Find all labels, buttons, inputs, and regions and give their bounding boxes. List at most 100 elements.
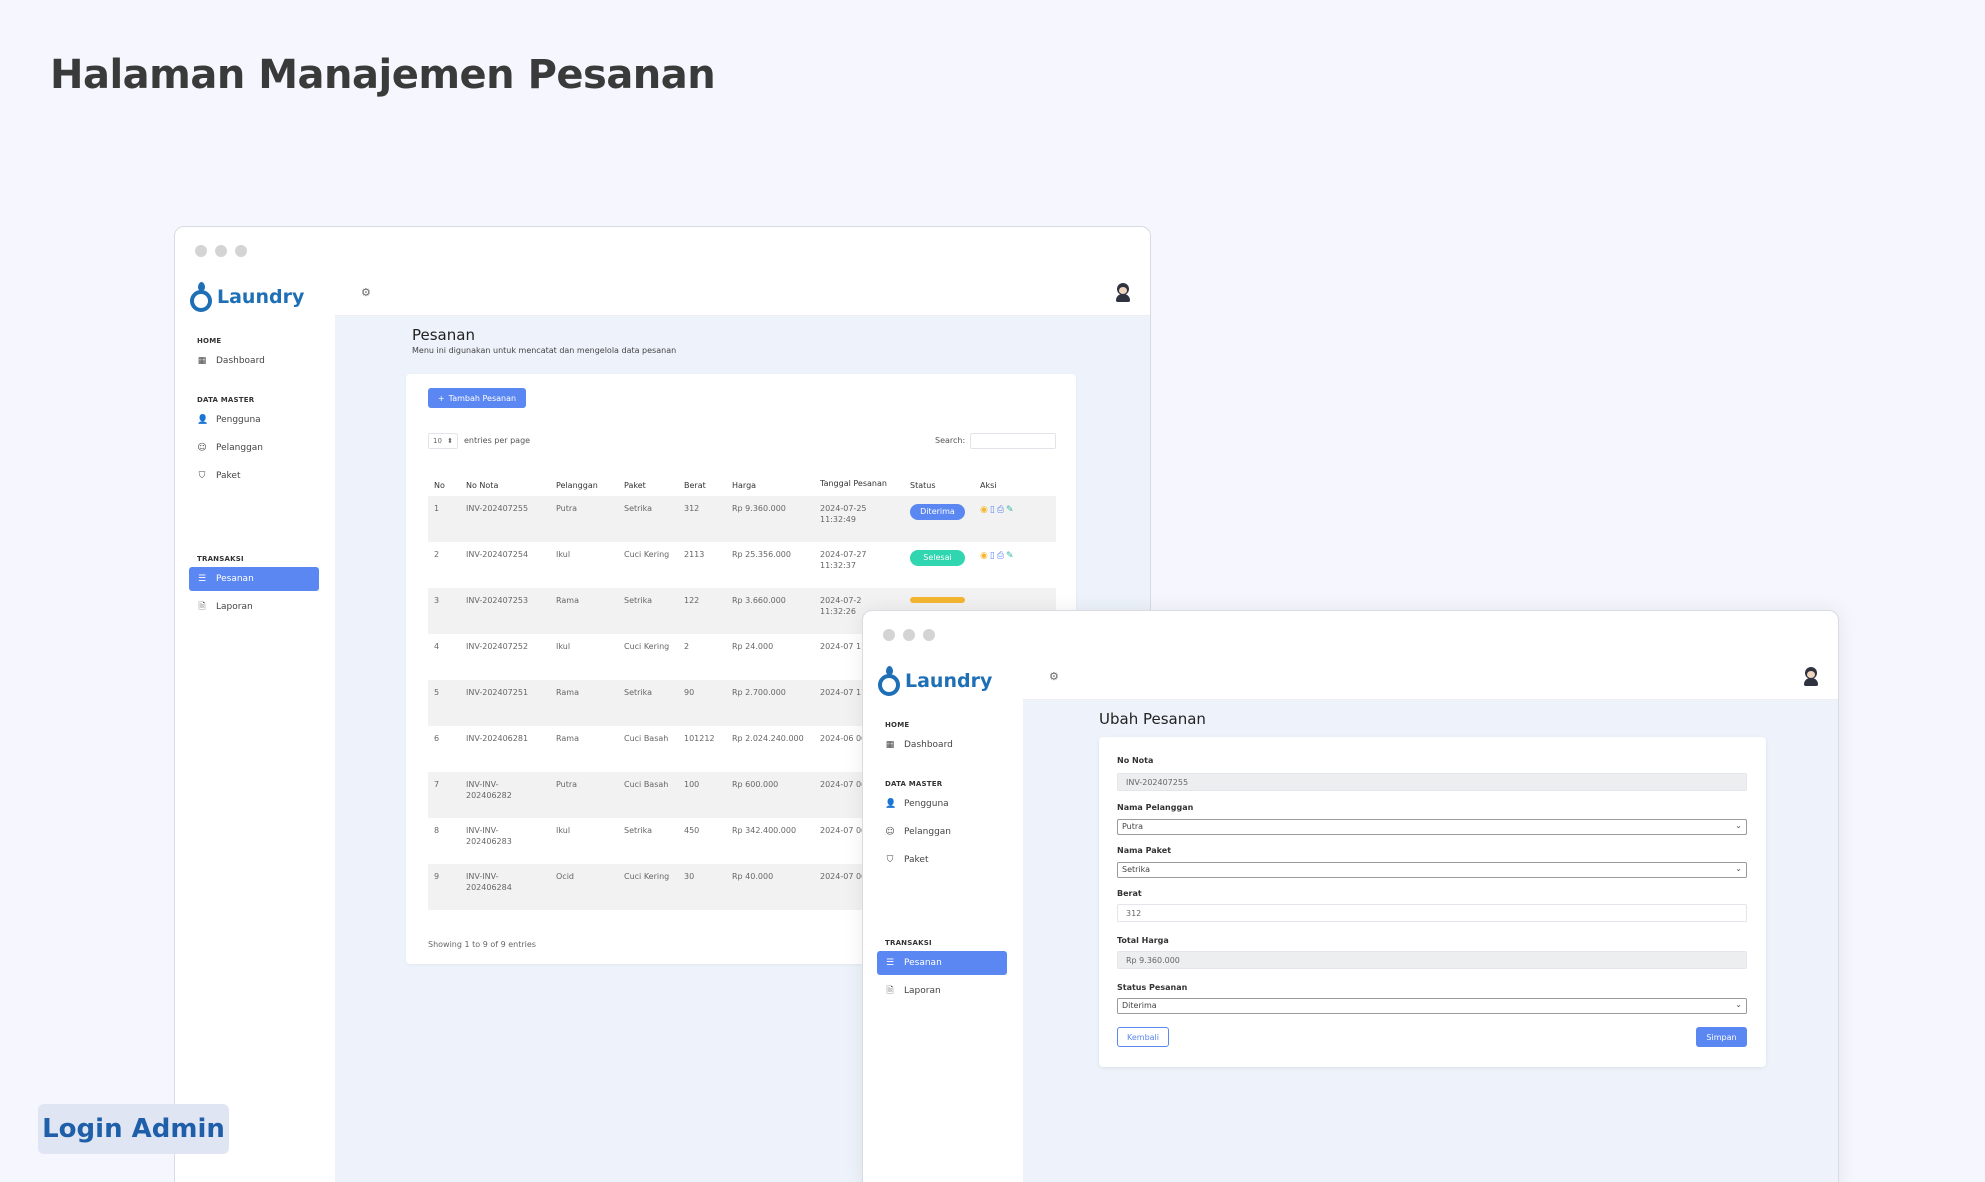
col-header-harga[interactable]: Harga bbox=[726, 466, 814, 496]
sidebar-item-pesanan[interactable]: ☰ Pesanan bbox=[189, 567, 319, 591]
paket-value: Setrika bbox=[1122, 865, 1151, 874]
edit-icon[interactable]: ✎ bbox=[1006, 504, 1014, 516]
edit-icon[interactable]: ✎ bbox=[1006, 550, 1014, 562]
sidebar-item-laporan[interactable]: 🗎 Laporan bbox=[877, 979, 1007, 1003]
sidebar-item-paket[interactable]: ⛉ Paket bbox=[189, 464, 319, 488]
sidebar-item-pelanggan[interactable]: ☺ Pelanggan bbox=[189, 436, 319, 460]
sidebar-item-pengguna[interactable]: 👤 Pengguna bbox=[877, 792, 1007, 816]
list-icon: ☰ bbox=[885, 958, 895, 968]
chevron-down-icon: ⌄ bbox=[1735, 821, 1742, 830]
paket-select[interactable]: Setrika ⌄ bbox=[1117, 862, 1747, 878]
cell-nota: INV-202407255 bbox=[460, 496, 550, 542]
main-content: Ubah Pesanan No Nota INV-202407255 Nama … bbox=[1023, 700, 1838, 1182]
document-icon[interactable]: ▯ bbox=[990, 504, 995, 516]
sidebar-item-label: Pesanan bbox=[904, 958, 942, 968]
eye-icon[interactable]: ◉ bbox=[980, 504, 988, 516]
sidebar-item-laporan[interactable]: 🗎 Laporan bbox=[189, 595, 319, 619]
table-row: 1 INV-202407255 Putra Setrika 312 Rp 9.360.00… bbox=[428, 496, 1056, 542]
window-dot-minimize[interactable] bbox=[215, 245, 227, 257]
document-icon[interactable]: ▯ bbox=[990, 550, 995, 562]
entries-select[interactable]: 10 ⬍ bbox=[428, 433, 458, 449]
status-value: Diterima bbox=[1122, 1001, 1157, 1010]
cell-no: 4 bbox=[434, 642, 440, 651]
add-order-button[interactable]: + Tambah Pesanan bbox=[428, 388, 526, 408]
sidebar-item-dashboard[interactable]: ▦ Dashboard bbox=[189, 349, 319, 373]
window-dot-close[interactable] bbox=[883, 629, 895, 641]
avatar[interactable] bbox=[1114, 283, 1132, 303]
chevron-down-icon: ⌄ bbox=[1735, 864, 1742, 873]
col-header-berat[interactable]: Berat bbox=[678, 466, 726, 496]
print-icon[interactable]: ⎙ bbox=[997, 504, 1004, 516]
pelanggan-select[interactable]: Putra ⌄ bbox=[1117, 819, 1747, 835]
cell-pelanggan: Ikul bbox=[556, 642, 571, 651]
cell-berat: 90 bbox=[678, 680, 726, 726]
cell-nota: INV-202407252 bbox=[466, 642, 529, 651]
shirt-icon: ⛉ bbox=[886, 855, 894, 865]
sidebar-item-label: Pelanggan bbox=[904, 827, 952, 837]
col-header-paket[interactable]: Paket bbox=[618, 466, 678, 496]
cell-harga: Rp 2.700.000 bbox=[726, 680, 814, 726]
brand-name: Laundry bbox=[905, 670, 993, 692]
back-button[interactable]: Kembali bbox=[1117, 1027, 1169, 1047]
save-button[interactable]: Simpan bbox=[1696, 1027, 1747, 1047]
sidebar-item-pelanggan[interactable]: ☺ Pelanggan bbox=[877, 820, 1007, 844]
eye-icon[interactable]: ◉ bbox=[980, 550, 988, 562]
entries-value: 10 bbox=[433, 437, 442, 445]
window-controls bbox=[883, 629, 935, 641]
cell-pelanggan: Rama bbox=[556, 734, 579, 743]
avatar[interactable] bbox=[1802, 667, 1820, 687]
search-input[interactable] bbox=[970, 433, 1056, 449]
sidebar-item-label: Dashboard bbox=[216, 356, 265, 366]
cell-harga: Rp 3.660.000 bbox=[726, 588, 814, 634]
cell-paket: Setrika bbox=[618, 496, 678, 542]
list-icon: ☰ bbox=[197, 574, 207, 584]
cell-harga: Rp 600.000 bbox=[726, 772, 814, 818]
sidebar-item-pengguna[interactable]: 👤 Pengguna bbox=[189, 408, 319, 432]
cell-status: Diterima bbox=[904, 496, 974, 542]
sidebar-item-label: Laporan bbox=[216, 602, 253, 612]
col-header-nota[interactable]: No Nota bbox=[460, 466, 550, 496]
entries-label: entries per page bbox=[464, 436, 531, 445]
cell-harga: Rp 25.356.000 bbox=[732, 550, 791, 559]
chevron-down-icon: ⌄ bbox=[1735, 1000, 1742, 1009]
cell-berat: 101212 bbox=[684, 734, 715, 743]
cell-actions: ◉ ▯ ⎙ ✎ bbox=[974, 542, 1056, 588]
window-dot-close[interactable] bbox=[195, 245, 207, 257]
cell-nota: INV-202406281 bbox=[466, 734, 529, 743]
brand[interactable]: Laundry bbox=[877, 666, 992, 696]
window-dot-maximize[interactable] bbox=[235, 245, 247, 257]
col-header-no[interactable]: No bbox=[428, 466, 460, 496]
window-dot-minimize[interactable] bbox=[903, 629, 915, 641]
sidebar-item-paket[interactable]: ⛉ Paket bbox=[877, 848, 1007, 872]
brand[interactable]: Laundry bbox=[189, 282, 304, 312]
col-header-status[interactable]: Status bbox=[904, 466, 974, 496]
total-harga-field[interactable]: Rp 9.360.000 bbox=[1117, 951, 1747, 969]
print-icon[interactable]: ⎙ bbox=[997, 550, 1004, 562]
cell-harga: Rp 342.400.000 bbox=[732, 826, 797, 835]
cell-paket: Cuci Kering bbox=[618, 864, 678, 910]
status-select[interactable]: Diterima ⌄ bbox=[1117, 998, 1747, 1014]
cell-no: 9 bbox=[428, 864, 460, 910]
no-nota-field[interactable]: INV-202407255 bbox=[1117, 773, 1747, 791]
file-icon: 🗎 bbox=[198, 602, 206, 612]
window-dot-maximize[interactable] bbox=[923, 629, 935, 641]
login-admin-badge: Login Admin bbox=[38, 1104, 229, 1154]
section-transaksi: TRANSAKSI bbox=[197, 555, 244, 563]
gear-icon[interactable]: ⚙ bbox=[361, 286, 371, 299]
col-header-pelanggan[interactable]: Pelanggan bbox=[550, 466, 618, 496]
sidebar-item-dashboard[interactable]: ▦ Dashboard bbox=[877, 733, 1007, 757]
section-data-master: DATA MASTER bbox=[885, 780, 943, 788]
col-header-tanggal[interactable]: Tanggal Pesanan bbox=[814, 466, 904, 496]
sidebar-item-label: Laporan bbox=[904, 986, 941, 996]
sidebar-item-pesanan[interactable]: ☰ Pesanan bbox=[877, 951, 1007, 975]
status-badge: Diterima bbox=[910, 504, 965, 520]
edit-order-form: No Nota INV-202407255 Nama Pelanggan Put… bbox=[1099, 737, 1766, 1067]
cell-berat: 312 bbox=[678, 496, 726, 542]
search-label: Search: bbox=[935, 436, 966, 445]
status-badge bbox=[910, 597, 965, 603]
cell-tanggal: 2024-07-25 11:32:49 bbox=[814, 496, 904, 542]
laundry-logo-icon bbox=[877, 666, 901, 696]
berat-field[interactable]: 312 bbox=[1117, 904, 1747, 922]
gear-icon[interactable]: ⚙ bbox=[1049, 670, 1059, 683]
sidebar-item-label: Pelanggan bbox=[216, 443, 264, 453]
